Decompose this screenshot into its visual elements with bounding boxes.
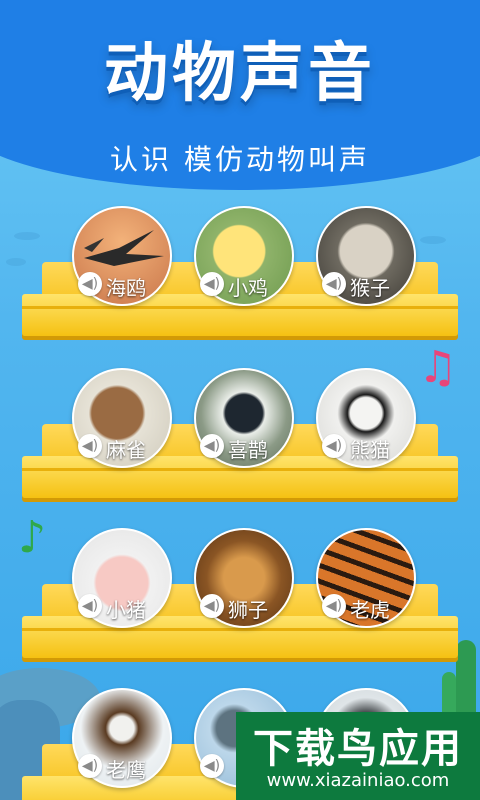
page-subtitle: 认识 模仿动物叫声 [110,143,370,176]
animal-label: 老虎 [350,598,390,622]
fish-decoration [6,258,26,266]
animal-card[interactable]: ◀) 海鸥 [72,206,172,306]
animal-label: 狮子 [228,598,268,622]
speaker-icon[interactable]: ◀) [200,754,224,778]
fish-decoration [420,236,446,244]
fish-decoration [14,232,40,240]
animal-label: 喜鹊 [228,438,268,462]
shelf-edge [22,468,458,471]
animal-label: 猴子 [350,276,390,300]
animal-card[interactable]: ◀) 麻雀 [72,368,172,468]
speaker-icon[interactable]: ◀) [78,594,102,618]
animal-label: 老鹰 [106,758,146,782]
animal-card[interactable]: ◀) 熊猫 [316,368,416,468]
speaker-icon[interactable]: ◀) [322,434,346,458]
shelf-edge [22,306,458,309]
animal-card[interactable]: ◀) 小猪 [72,528,172,628]
watermark-banner: 下载鸟应用 www.xiazainiao.com [236,712,480,800]
speaker-icon[interactable]: ◀) [200,594,224,618]
page-title: 动物声音 [104,37,376,111]
watermark-url: www.xiazainiao.com [266,770,450,791]
animal-label: 小鸡 [228,276,268,300]
music-note-icon: ♫ [418,342,458,393]
speaker-icon[interactable]: ◀) [322,594,346,618]
animal-label: 麻雀 [106,438,146,462]
animal-card[interactable]: ◀) 猴子 [316,206,416,306]
music-note-icon: ♪ [18,512,47,563]
animal-label: 熊猫 [350,438,390,462]
speaker-icon[interactable]: ◀) [200,272,224,296]
shelf-edge [22,628,458,631]
animal-card[interactable]: ◀) 小鸡 [194,206,294,306]
animal-label: 海鸥 [106,276,146,300]
watermark-title: 下载鸟应用 [253,726,463,772]
speaker-icon[interactable]: ◀) [78,754,102,778]
animal-card[interactable]: ◀) 老鹰 [72,688,172,788]
animal-card[interactable]: ◀) 老虎 [316,528,416,628]
animal-label: 小猪 [106,598,146,622]
speaker-icon[interactable]: ◀) [200,434,224,458]
speaker-icon[interactable]: ◀) [78,272,102,296]
animal-card[interactable]: ◀) 喜鹊 [194,368,294,468]
screen: 动物声音 认识 模仿动物叫声 ♫ ♪ ◀) 海鸥 ◀) 小鸡 ◀) 猴子 ◀) … [0,0,480,800]
animal-card[interactable]: ◀) 狮子 [194,528,294,628]
speaker-icon[interactable]: ◀) [78,434,102,458]
speaker-icon[interactable]: ◀) [322,272,346,296]
